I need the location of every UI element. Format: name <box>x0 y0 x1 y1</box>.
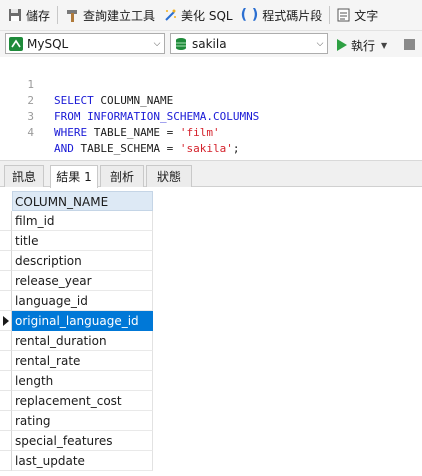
save-label: 儲存 <box>26 8 51 23</box>
table-row-selected[interactable]: original_language_id <box>0 311 153 331</box>
table-row[interactable]: special_features <box>0 431 153 451</box>
keyword: SELECT <box>54 94 94 107</box>
connection-select-value: MySQL <box>27 36 69 51</box>
code-line: 4 AND TABLE_SCHEMA = 'sakila'; <box>0 109 239 155</box>
connection-icon <box>9 36 23 51</box>
toolbar-divider <box>329 6 331 24</box>
hammer-icon <box>67 10 78 22</box>
toolbar-divider <box>57 6 59 24</box>
beautify-sql-button[interactable]: 美化 SQL <box>159 3 237 27</box>
text-button[interactable]: 文字 <box>333 3 382 27</box>
database-select-value: sakila <box>192 36 227 51</box>
play-icon <box>337 39 347 51</box>
table-row[interactable]: rating <box>0 411 153 431</box>
database-select[interactable]: sakila ⌵ <box>170 33 328 54</box>
row-indicator[interactable] <box>0 391 12 411</box>
keyword: AND <box>54 142 74 155</box>
database-icon <box>176 37 186 50</box>
tab-profile[interactable]: 剖析 <box>100 165 144 187</box>
result-tabbar: 訊息 結果 1 剖析 狀態 <box>0 164 422 188</box>
table-cell[interactable]: special_features <box>12 431 153 451</box>
code-line: 2 FROM INFORMATION_SCHEMA.COLUMNS <box>0 77 259 123</box>
row-indicator[interactable] <box>0 411 12 431</box>
table-cell[interactable]: last_update <box>12 451 153 471</box>
row-indicator[interactable] <box>0 211 12 231</box>
run-label: 執行 <box>351 38 376 53</box>
stop-icon[interactable] <box>404 39 415 50</box>
table-row[interactable]: title <box>0 231 153 251</box>
code-snippet-button[interactable]: ( ) 程式碼片段 <box>237 3 327 27</box>
row-indicator[interactable] <box>0 231 12 251</box>
save-button[interactable]: 儲存 <box>4 3 54 27</box>
table-row[interactable]: length <box>0 371 153 391</box>
code-line: 3 WHERE TABLE_NAME = 'film' <box>0 93 219 139</box>
table-cell[interactable]: length <box>12 371 153 391</box>
tab-status[interactable]: 狀態 <box>146 165 192 187</box>
tab-result-1[interactable]: 結果 1 <box>50 165 98 188</box>
result-grid[interactable]: COLUMN_NAME film_id title description re… <box>0 191 422 476</box>
save-icon <box>9 9 21 21</box>
table-cell[interactable]: language_id <box>12 291 153 311</box>
keyword: FROM <box>54 110 81 123</box>
identifier: TABLE_NAME = <box>87 126 180 139</box>
row-indicator[interactable] <box>0 291 12 311</box>
table-cell[interactable]: replacement_cost <box>12 391 153 411</box>
beautify-sql-label: 美化 SQL <box>181 8 233 23</box>
table-row[interactable]: film_id <box>0 211 153 231</box>
connection-bar: MySQL ⌵ sakila ⌵ 執行 ▼ <box>0 31 422 57</box>
table-row[interactable]: replacement_cost <box>0 391 153 411</box>
table-cell[interactable]: rental_duration <box>12 331 153 351</box>
chevron-down-icon: ⌵ <box>153 38 161 49</box>
table-cell[interactable]: release_year <box>12 271 153 291</box>
column-header-column-name[interactable]: COLUMN_NAME <box>12 191 153 211</box>
query-builder-label: 查詢建立工具 <box>83 8 156 23</box>
table-cell[interactable]: description <box>12 251 153 271</box>
row-indicator[interactable] <box>0 331 12 351</box>
sql-editor[interactable]: 1 SELECT COLUMN_NAME 2 FROM INFORMATION_… <box>0 57 422 160</box>
row-indicator[interactable] <box>0 311 12 331</box>
row-indicator[interactable] <box>0 371 12 391</box>
identifier: TABLE_SCHEMA = <box>73 142 180 155</box>
query-builder-button[interactable]: 查詢建立工具 <box>61 3 159 27</box>
main-toolbar: 儲存 查詢建立工具 美化 SQL ( ) 程式碼片段 文字 <box>0 0 422 31</box>
punctuation: ; <box>232 142 240 155</box>
keyword: WHERE <box>54 126 88 139</box>
table-row[interactable]: last_update <box>0 451 153 471</box>
code-snippet-label: 程式碼片段 <box>262 8 323 23</box>
string-literal: 'film' <box>179 126 220 139</box>
run-button[interactable]: 執行 ▼ <box>336 35 387 55</box>
row-indicator[interactable] <box>0 251 12 271</box>
text-label: 文字 <box>354 8 379 23</box>
identifier: INFORMATION_SCHEMA.COLUMNS <box>80 110 260 123</box>
identifier: COLUMN_NAME <box>93 94 174 107</box>
table-cell[interactable]: rating <box>12 411 153 431</box>
table-cell[interactable]: rental_rate <box>12 351 153 371</box>
connection-select[interactable]: MySQL ⌵ <box>5 33 165 54</box>
table-cell[interactable]: title <box>12 231 153 251</box>
table-cell[interactable]: film_id <box>12 211 153 231</box>
run-dropdown-icon[interactable]: ▼ <box>381 41 387 50</box>
parentheses-icon: ( ) <box>240 7 259 23</box>
row-indicator[interactable] <box>0 271 12 291</box>
table-cell[interactable]: original_language_id <box>12 311 153 331</box>
row-indicator[interactable] <box>0 451 12 471</box>
table-row[interactable]: description <box>0 251 153 271</box>
line-number: 4 <box>27 126 34 139</box>
string-literal: 'sakila' <box>179 142 233 155</box>
tab-messages[interactable]: 訊息 <box>4 165 44 187</box>
chevron-down-icon: ⌵ <box>316 38 324 49</box>
document-icon <box>337 8 350 22</box>
table-row[interactable]: language_id <box>0 291 153 311</box>
table-row[interactable]: rental_rate <box>0 351 153 371</box>
table-row[interactable]: rental_duration <box>0 331 153 351</box>
current-row-arrow-icon <box>3 316 9 326</box>
table-row[interactable]: release_year <box>0 271 153 291</box>
code-line: 1 SELECT COLUMN_NAME <box>0 61 173 107</box>
row-indicator[interactable] <box>0 431 12 451</box>
magic-wand-icon <box>165 9 177 21</box>
row-indicator[interactable] <box>0 351 12 371</box>
